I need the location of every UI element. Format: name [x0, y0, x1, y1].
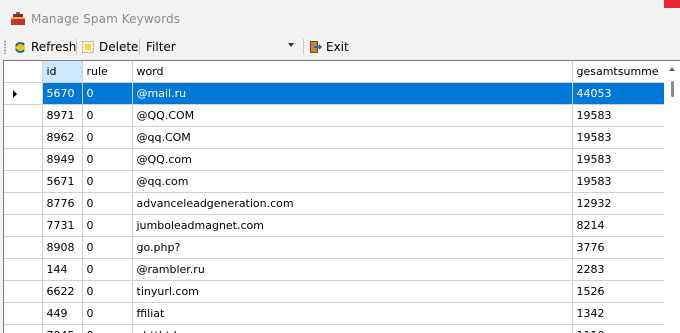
filter-combobox[interactable]: Filter — [145, 38, 300, 56]
header-row: id rule word gesamtsumme — [4, 61, 664, 83]
toolbar-separator — [303, 39, 304, 55]
refresh-button[interactable]: Refresh — [13, 37, 76, 57]
cell-id[interactable]: 8971 — [42, 105, 82, 127]
table-row[interactable]: 89710@QQ.COM19583 — [4, 105, 664, 127]
cell-gesamtsumme[interactable]: 19583 — [572, 149, 664, 171]
table-row[interactable]: 56710@qq.com19583 — [4, 171, 664, 193]
delete-button[interactable]: Delete — [81, 37, 138, 57]
cell-gesamtsumme[interactable]: 12932 — [572, 193, 664, 215]
cell-gesamtsumme[interactable]: 19583 — [572, 105, 664, 127]
column-header-word[interactable]: word — [132, 61, 572, 83]
row-header[interactable] — [4, 127, 42, 149]
column-header-id[interactable]: id — [42, 61, 82, 83]
keywords-grid[interactable]: id rule word gesamtsumme 56700@mail.ru44… — [3, 60, 680, 333]
row-header[interactable] — [4, 105, 42, 127]
exit-label: Exit — [326, 40, 349, 54]
cell-id[interactable]: 144 — [42, 259, 82, 281]
cell-rule[interactable]: 0 — [82, 237, 132, 259]
window-title: Manage Spam Keywords — [31, 12, 180, 26]
table-row[interactable]: 1440@rambler.ru2283 — [4, 259, 664, 281]
row-header[interactable] — [4, 303, 42, 325]
row-header[interactable] — [4, 171, 42, 193]
refresh-label: Refresh — [31, 40, 76, 54]
cell-word[interactable]: @rambler.ru — [132, 259, 572, 281]
title-bar: Manage Spam Keywords — [0, 0, 680, 34]
close-button-edge[interactable] — [664, 0, 680, 8]
refresh-icon — [13, 40, 27, 54]
cell-word[interactable]: go.php? — [132, 237, 572, 259]
row-header[interactable] — [4, 193, 42, 215]
table-row[interactable]: 89490@QQ.com19583 — [4, 149, 664, 171]
cell-id[interactable]: 8776 — [42, 193, 82, 215]
cell-id[interactable]: 8949 — [42, 149, 82, 171]
cell-word[interactable]: ffiliat — [132, 303, 572, 325]
table-row[interactable]: 66220tinyurl.com1526 — [4, 281, 664, 303]
delete-label: Delete — [99, 40, 138, 54]
exit-button[interactable]: Exit — [308, 37, 349, 57]
filter-combobox-value: Filter — [145, 40, 176, 54]
cell-gesamtsumme[interactable]: 1342 — [572, 303, 664, 325]
row-header[interactable] — [4, 149, 42, 171]
cell-word[interactable]: @QQ.com — [132, 149, 572, 171]
row-header[interactable] — [4, 259, 42, 281]
cell-word[interactable]: @qq.COM — [132, 127, 572, 149]
cell-rule[interactable]: 0 — [82, 171, 132, 193]
cell-id[interactable]: 6622 — [42, 281, 82, 303]
cell-id[interactable]: 7731 — [42, 215, 82, 237]
cell-id[interactable]: 8908 — [42, 237, 82, 259]
cell-rule[interactable]: 0 — [82, 149, 132, 171]
cell-id[interactable]: 5671 — [42, 171, 82, 193]
column-header-rule[interactable]: rule — [82, 61, 132, 83]
chevron-down-icon[interactable] — [288, 43, 294, 47]
cell-word[interactable]: jumboleadmagnet.com — [132, 215, 572, 237]
cell-rule[interactable]: 0 — [82, 105, 132, 127]
cell-word[interactable]: @QQ.COM — [132, 105, 572, 127]
exit-icon — [308, 40, 322, 54]
cell-gesamtsumme[interactable]: 19583 — [572, 171, 664, 193]
cell-id[interactable]: 8962 — [42, 127, 82, 149]
delete-icon — [81, 40, 95, 54]
cell-word[interactable]: @qq.com — [132, 171, 572, 193]
cell-word[interactable]: @mail.ru — [132, 83, 572, 105]
scroll-up-arrow-icon[interactable] — [669, 67, 675, 71]
table-row[interactable]: 89620@qq.COM19583 — [4, 127, 664, 149]
cell-rule[interactable]: 0 — [82, 303, 132, 325]
cell-gesamtsumme[interactable]: 1526 — [572, 281, 664, 303]
cell-gesamtsumme[interactable]: 8214 — [572, 215, 664, 237]
row-header-corner[interactable] — [4, 61, 42, 83]
table-row[interactable]: 77310jumboleadmagnet.com8214 — [4, 215, 664, 237]
cell-gesamtsumme[interactable]: 19583 — [572, 127, 664, 149]
cell-rule[interactable]: 0 — [82, 127, 132, 149]
toolbar: Refresh Delete Filter Exit — [0, 35, 680, 59]
row-header[interactable] — [4, 237, 42, 259]
cell-gesamtsumme[interactable]: 2283 — [572, 259, 664, 281]
keywords-table: id rule word gesamtsumme 56700@mail.ru44… — [4, 61, 665, 333]
toolbar-separator — [76, 39, 77, 55]
current-row-arrow-icon — [13, 90, 17, 98]
app-icon — [10, 12, 26, 26]
cell-id[interactable]: 449 — [42, 303, 82, 325]
row-header[interactable] — [4, 281, 42, 303]
table-row[interactable]: 56700@mail.ru44053 — [4, 83, 664, 105]
scrollbar-thumb[interactable] — [671, 81, 674, 97]
table-row[interactable]: 87760advanceleadgeneration.com12932 — [4, 193, 664, 215]
table-row[interactable]: 4490ffiliat1342 — [4, 303, 664, 325]
cell-rule[interactable]: 0 — [82, 281, 132, 303]
cell-gesamtsumme[interactable]: 3776 — [572, 237, 664, 259]
table-row[interactable]: 89080go.php?3776 — [4, 237, 664, 259]
toolbar-grip[interactable] — [4, 40, 6, 54]
column-header-gesamtsumme[interactable]: gesamtsumme — [572, 61, 664, 83]
cell-gesamtsumme[interactable]: 44053 — [572, 83, 664, 105]
vertical-scrollbar[interactable] — [664, 61, 680, 333]
cell-rule[interactable]: 0 — [82, 259, 132, 281]
cell-word[interactable]: advanceleadgeneration.com — [132, 193, 572, 215]
row-header[interactable] — [4, 83, 42, 105]
cell-rule[interactable]: 0 — [82, 83, 132, 105]
cell-rule[interactable]: 0 — [82, 193, 132, 215]
toolbar-separator — [139, 39, 140, 55]
cell-id[interactable]: 5670 — [42, 83, 82, 105]
cell-word[interactable]: tinyurl.com — [132, 281, 572, 303]
row-header[interactable] — [4, 215, 42, 237]
cell-rule[interactable]: 0 — [82, 215, 132, 237]
